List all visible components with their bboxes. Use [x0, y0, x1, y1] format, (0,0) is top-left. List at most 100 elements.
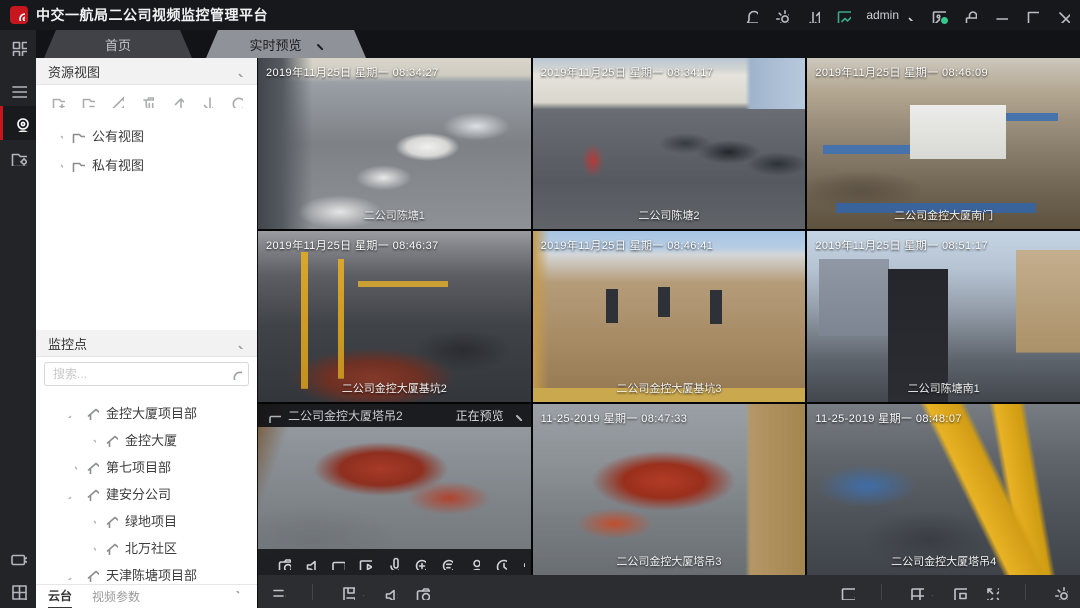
close-stream-icon[interactable] [511, 410, 522, 421]
close-button[interactable] [1054, 7, 1070, 23]
chevron-down-icon [233, 65, 245, 77]
snapshot-all-icon[interactable] [414, 584, 430, 600]
collapse-panel-icon[interactable] [270, 584, 286, 600]
status-dot [940, 16, 949, 25]
menu-icon[interactable] [0, 72, 36, 106]
camera-label: 二公司金控大厦基坑2 [258, 380, 531, 396]
tree-item[interactable]: 绿地项目 [36, 507, 257, 534]
tree-item[interactable]: 北万社区 [36, 534, 257, 561]
tab-home[interactable]: 首页 [44, 30, 192, 58]
camera-tile-6[interactable]: 2019年11月25日 星期一 08:51:17 二公司陈塘南1 [807, 231, 1080, 402]
site-icon [103, 432, 118, 447]
user-menu[interactable]: admin [866, 8, 915, 22]
ptz-icon[interactable] [486, 555, 513, 570]
camera-tile-9[interactable]: 11-25-2019 星期一 08:48:07 二公司金控大厦塔吊4 [807, 404, 1080, 575]
settings-icon[interactable] [773, 7, 789, 23]
tree-item[interactable]: 金控大厦项目部 [36, 399, 257, 426]
screen-layout-icon[interactable] [908, 584, 935, 600]
camera-tile-8[interactable]: 11-25-2019 星期一 08:47:33 二公司金控大厦塔吊3 [533, 404, 806, 575]
camera-timestamp: 2019年11月25日 星期一 08:34:27 [266, 64, 439, 80]
panel-bottom-tabs: 云台 视频参数 [36, 584, 257, 608]
tree-item[interactable]: 天津陈塘项目部 [36, 561, 257, 584]
resource-folder-icon[interactable] [0, 140, 36, 174]
snapshot-icon[interactable] [270, 555, 297, 570]
apps-grid-icon[interactable] [0, 30, 36, 64]
fullscreen-icon[interactable] [983, 584, 999, 600]
camera-name: 二公司金控大厦塔吊2 [288, 407, 403, 424]
camera-timestamp: 2019年11月25日 星期一 08:34:17 [541, 64, 714, 80]
zoom-3d-icon[interactable] [432, 555, 459, 570]
audio-mute-icon[interactable] [382, 584, 398, 600]
chevron-down-icon [903, 9, 915, 21]
tab-live-preview[interactable]: 实时预览 [206, 30, 366, 58]
resource-view-header[interactable]: 资源视图 [36, 58, 257, 85]
delete-icon[interactable] [139, 93, 154, 108]
username: admin [866, 8, 899, 22]
tree-item[interactable]: 建安分公司 [36, 480, 257, 507]
camera-tile-7-selected[interactable]: 二公司金控大厦塔吊2 正在预览 [258, 404, 531, 575]
chevron-right-icon [85, 542, 96, 553]
bottom-toolbar [258, 575, 1080, 608]
camera-label: 二公司陈塘2 [533, 207, 806, 223]
tab-video-params[interactable]: 视频参数 [92, 585, 140, 608]
more-icon[interactable] [513, 557, 527, 567]
camera-title-bar: 二公司金控大厦塔吊2 正在预览 [258, 404, 531, 427]
site-icon [84, 486, 99, 501]
preview-status: 正在预览 [456, 407, 504, 424]
chevron-up-icon[interactable] [234, 591, 245, 602]
preset-icon[interactable] [459, 555, 486, 570]
edit-icon[interactable] [109, 93, 124, 108]
layout-add-icon[interactable] [0, 574, 36, 608]
minimize-button[interactable] [992, 7, 1008, 23]
playback-icon[interactable] [351, 555, 378, 570]
camera-timestamp: 2019年11月25日 星期一 08:46:37 [266, 237, 439, 253]
sort-arrows-icon[interactable] [804, 7, 820, 23]
app-logo-icon [10, 6, 28, 24]
video-grid: 2019年11月25日 星期一 08:34:27 二公司陈塘1 2019年11月… [258, 58, 1080, 575]
chevron-expanded-icon [66, 488, 77, 499]
tv-wall-icon[interactable] [0, 540, 36, 574]
record-icon[interactable] [324, 555, 351, 570]
search-icon[interactable] [228, 93, 243, 108]
tree-item-public-views[interactable]: 公有视图 [36, 121, 257, 150]
camera-tile-3[interactable]: 2019年11月25日 星期一 08:46:09 二公司金控大厦南门 [807, 58, 1080, 229]
tab-close-icon[interactable] [312, 39, 323, 50]
camera-label: 二公司陈塘1 [258, 207, 531, 223]
mute-icon[interactable] [297, 555, 324, 570]
single-screen-icon[interactable] [951, 584, 967, 600]
camera-tile-2[interactable]: 2019年11月25日 星期一 08:34:17 二公司陈塘2 [533, 58, 806, 229]
camera-tile-1[interactable]: 2019年11月25日 星期一 08:34:27 二公司陈塘1 [258, 58, 531, 229]
divider [881, 584, 882, 600]
camera-label: 二公司金控大厦南门 [807, 207, 1080, 223]
tab-ptz[interactable]: 云台 [48, 584, 72, 608]
search-input[interactable] [44, 362, 249, 386]
preview-camera-icon[interactable] [0, 106, 36, 140]
video-matrix-icon[interactable] [835, 7, 851, 23]
site-icon [84, 567, 99, 582]
image-status-icon[interactable] [930, 7, 946, 23]
chevron-expanded-icon [66, 569, 77, 580]
move-down-icon[interactable] [198, 93, 213, 108]
app-title: 中交一航局二公司视频监控管理平台 [36, 5, 268, 25]
camera-tile-5[interactable]: 2019年11月25日 星期一 08:46:41 二公司金控大厦基坑3 [533, 231, 806, 402]
tree-item[interactable]: 第七项目部 [36, 453, 257, 480]
camera-icon [267, 409, 281, 423]
tree-item-private-views[interactable]: 私有视图 [36, 150, 257, 179]
bell-icon[interactable] [742, 7, 758, 23]
monitor-points-header[interactable]: 监控点 [36, 330, 257, 357]
maximize-button[interactable] [1023, 7, 1039, 23]
close-all-icon[interactable] [839, 584, 855, 600]
left-panel: 资源视图 公有视图 私有视图 监控点 [36, 58, 258, 608]
zoom-in-icon[interactable] [405, 555, 432, 570]
save-view-icon[interactable] [339, 584, 366, 600]
lock-icon[interactable] [961, 7, 977, 23]
settings-icon[interactable] [1052, 584, 1068, 600]
search-icon[interactable] [229, 367, 242, 380]
camera-tile-4[interactable]: 2019年11月25日 星期一 08:46:37 二公司金控大厦基坑2 [258, 231, 531, 402]
tree-item[interactable]: 金控大厦 [36, 426, 257, 453]
folder-remove-icon[interactable] [80, 93, 95, 108]
talk-icon[interactable] [378, 555, 405, 570]
resource-tree: 公有视图 私有视图 [36, 115, 257, 330]
move-up-icon[interactable] [169, 93, 184, 108]
folder-add-icon[interactable] [50, 93, 65, 108]
